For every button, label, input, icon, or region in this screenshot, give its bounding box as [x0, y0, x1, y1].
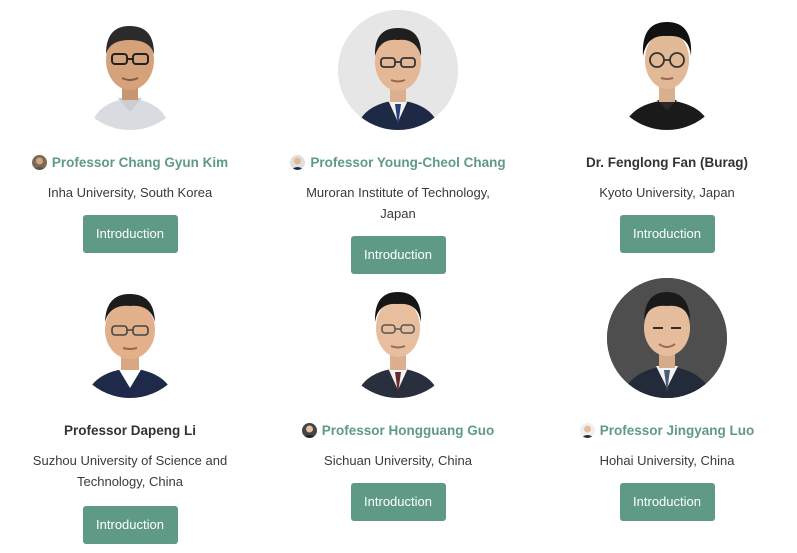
speaker-name[interactable]: Professor Hongguang Guo — [322, 423, 495, 438]
speaker-name[interactable]: Professor Jingyang Luo — [600, 423, 755, 438]
speaker-affiliation: Kyoto University, Japan — [599, 185, 735, 200]
speaker-affiliation: Hohai University, China — [599, 453, 735, 468]
speaker-card: Professor Chang Gyun Kim Inha University… — [0, 10, 260, 253]
speaker-grid: Professor Chang Gyun Kim Inha University… — [0, 0, 797, 553]
speaker-card: Professor Dapeng Li Suzhou University of… — [0, 278, 260, 544]
speaker-name: Professor Dapeng Li — [63, 422, 197, 438]
speaker-name-row: Professor Dapeng Li — [0, 420, 260, 440]
speaker-affiliation: Inha University, South Korea — [47, 185, 213, 200]
introduction-button[interactable]: Introduction — [82, 215, 178, 253]
avatar-icon — [301, 422, 317, 438]
speaker-card: Professor Young-Cheol Chang Muroran Inst… — [268, 10, 528, 274]
speaker-name-row[interactable]: Professor Hongguang Guo — [268, 420, 528, 440]
speaker-name-row[interactable]: Professor Chang Gyun Kim — [0, 152, 260, 172]
introduction-button[interactable]: Introduction — [619, 483, 715, 521]
avatar-icon — [290, 154, 306, 170]
speaker-name: Dr. Fenglong Fan (Burag) — [586, 154, 748, 170]
speaker-name-row[interactable]: Professor Jingyang Luo — [537, 420, 797, 440]
introduction-button[interactable]: Introduction — [350, 483, 446, 521]
speaker-name[interactable]: Professor Chang Gyun Kim — [52, 155, 228, 170]
speaker-affiliation: Suzhou University of Science and Technol… — [32, 453, 228, 489]
speaker-affiliation: Sichuan University, China — [324, 453, 472, 468]
speaker-name-row[interactable]: Professor Young-Cheol Chang — [268, 152, 528, 172]
speaker-photo — [338, 278, 458, 398]
speaker-photo — [338, 10, 458, 130]
speaker-card: Dr. Fenglong Fan (Burag) Kyoto Universit… — [537, 10, 797, 253]
speaker-name[interactable]: Professor Young-Cheol Chang — [310, 155, 505, 170]
speaker-affiliation: Muroran Institute of Technology, Japan — [306, 185, 490, 221]
introduction-button[interactable]: Introduction — [619, 215, 715, 253]
speaker-photo — [70, 278, 190, 398]
speaker-card: Professor Jingyang Luo Hohai University,… — [537, 278, 797, 521]
speaker-photo — [607, 278, 727, 398]
speaker-photo — [70, 10, 190, 130]
avatar-icon — [31, 154, 47, 170]
introduction-button[interactable]: Introduction — [350, 236, 446, 274]
speaker-name-row: Dr. Fenglong Fan (Burag) — [537, 152, 797, 172]
avatar-icon — [579, 422, 595, 438]
speaker-photo — [607, 10, 727, 130]
introduction-button[interactable]: Introduction — [82, 506, 178, 544]
speaker-card: Professor Hongguang Guo Sichuan Universi… — [268, 278, 528, 521]
